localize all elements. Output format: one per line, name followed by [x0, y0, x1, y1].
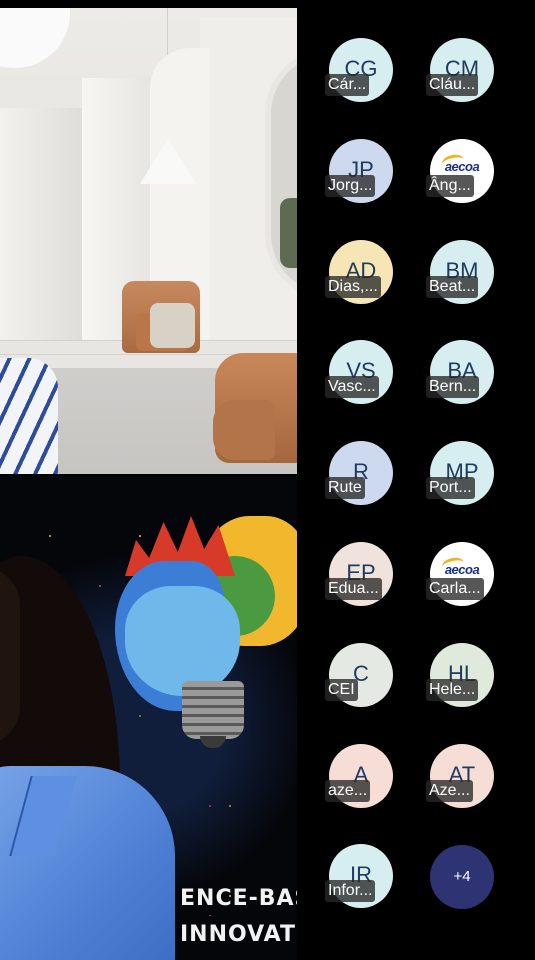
plant	[280, 198, 297, 268]
participant-tile[interactable]: BM Beat...	[426, 240, 494, 304]
participant-name: Dias,...	[325, 276, 381, 298]
participant-name: Edua...	[325, 578, 382, 600]
participant-tile[interactable]: JP Jorg...	[325, 139, 393, 203]
poster-text-line2: INNOVAT	[180, 922, 296, 947]
participant-panel: CG Cár... CM Cláu... JP Jorg... aecoa Âng... AD D…	[297, 0, 535, 960]
participant-tile[interactable]: BA Bern...	[426, 340, 494, 404]
throw-blanket	[150, 303, 195, 348]
video-tile-room[interactable]	[0, 8, 297, 474]
participant-name: aze...	[325, 780, 371, 802]
participant-tile[interactable]: CG Cár...	[325, 38, 393, 102]
lightbulb-base	[182, 681, 244, 739]
participant-tile[interactable]: R Rute	[325, 441, 393, 505]
org-logo-text: aecoa	[444, 159, 480, 174]
participant-tile[interactable]: IR Infor...	[325, 844, 393, 908]
ceiling-arch	[0, 8, 70, 68]
person-striped-shirt	[0, 358, 58, 474]
video-tile-poster[interactable]: ENCE-BAS INNOVAT	[0, 476, 297, 960]
participant-tile[interactable]: MP Port...	[426, 441, 494, 505]
participant-tile[interactable]: AD Dias,...	[325, 240, 393, 304]
participant-name: Cár...	[325, 74, 370, 96]
participant-name: Beat...	[426, 276, 479, 298]
participant-name: Rute	[325, 477, 365, 499]
participant-name: Aze...	[426, 780, 473, 802]
participant-name: Vasc...	[325, 376, 379, 398]
participant-tile[interactable]: EP Edua...	[325, 542, 393, 606]
participant-tile[interactable]: CM Cláu...	[426, 38, 494, 102]
participant-tile[interactable]: C CEI	[325, 643, 393, 707]
participant-name: Infor...	[325, 880, 376, 902]
participant-name: Hele...	[426, 679, 479, 701]
participant-name: Âng...	[426, 175, 474, 197]
participant-tile[interactable]: AT Aze...	[426, 744, 494, 808]
participant-tile[interactable]: aecoa Carla...	[426, 542, 494, 606]
armchair-front-seat	[213, 400, 275, 460]
participant-tile[interactable]: Aaze...	[325, 744, 393, 808]
poster-text-line1: ENCE-BAS	[180, 886, 297, 911]
org-logo-text: aecoa	[444, 562, 480, 577]
participant-name: Carla...	[426, 578, 484, 600]
participant-name: Bern...	[426, 376, 480, 398]
participant-name: Jorg...	[325, 175, 376, 197]
participant-tile[interactable]: aecoa Âng...	[426, 139, 494, 203]
participant-name: CEI	[325, 679, 358, 701]
participant-tile[interactable]: HL Hele...	[426, 643, 494, 707]
person-face	[0, 566, 20, 746]
participant-tile[interactable]: VS Vasc...	[325, 340, 393, 404]
left-wall	[0, 108, 92, 348]
participant-name: Cláu...	[426, 74, 479, 96]
lightbulb-illustration	[125, 586, 240, 696]
more-participants-button[interactable]: +4	[430, 845, 494, 909]
participant-name: Port...	[426, 477, 475, 499]
